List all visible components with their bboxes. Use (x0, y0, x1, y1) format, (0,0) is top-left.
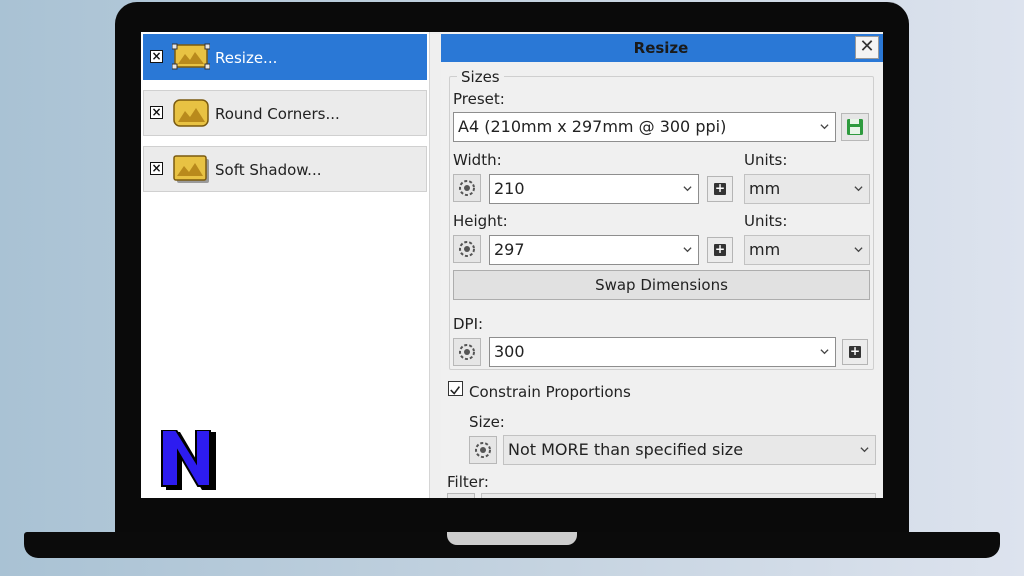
action-item-soft-shadow[interactable]: × Soft Shadow... (143, 146, 427, 192)
height-input[interactable]: 297 (489, 235, 699, 265)
save-preset-button[interactable] (841, 113, 869, 141)
filter-label: Filter: (447, 473, 489, 491)
resize-dialog: Resize ✕ Sizes Preset: A4 (210mm x 297mm… (441, 32, 883, 498)
dialog-title: Resize (633, 39, 689, 57)
preset-label: Preset: (453, 90, 505, 108)
dialog-titlebar: Resize ✕ (441, 34, 883, 62)
pane-splitter[interactable] (429, 32, 441, 498)
dial-icon (459, 241, 475, 257)
height-units-value: mm (749, 240, 781, 259)
width-units-label: Units: (744, 151, 788, 169)
width-add-button[interactable]: + (707, 176, 733, 202)
size-label: Size: (469, 413, 505, 431)
filter-reset-button[interactable] (447, 493, 475, 498)
checkmark-icon (450, 386, 461, 395)
enable-checkbox[interactable]: × (150, 50, 163, 63)
action-item-label: Soft Shadow... (215, 161, 322, 179)
width-value: 210 (494, 179, 525, 198)
height-label: Height: (453, 212, 508, 230)
swap-dimensions-button[interactable]: Swap Dimensions (453, 270, 870, 300)
dial-icon (475, 442, 491, 458)
resize-action-icon (172, 43, 210, 70)
dpi-value: 300 (494, 342, 525, 361)
dpi-add-button[interactable]: + (842, 339, 868, 365)
height-value: 297 (494, 240, 525, 259)
filter-select[interactable] (481, 493, 876, 498)
plus-icon: + (714, 181, 726, 195)
actions-list: × Resize... × Round Corners... × Soft Sh… (141, 32, 429, 498)
constrain-proportions-checkbox[interactable] (448, 381, 463, 396)
app-window: × Resize... × Round Corners... × Soft Sh… (141, 32, 883, 498)
preset-value: A4 (210mm x 297mm @ 300 ppi) (458, 117, 727, 136)
preset-select[interactable]: A4 (210mm x 297mm @ 300 ppi) (453, 112, 836, 142)
dial-icon (459, 180, 475, 196)
dpi-reset-button[interactable] (453, 338, 481, 366)
chevron-down-icon (854, 247, 863, 253)
action-item-resize[interactable]: × Resize... (143, 34, 427, 80)
action-item-label: Round Corners... (215, 105, 340, 123)
width-units-value: mm (749, 179, 781, 198)
soft-shadow-action-icon (173, 155, 209, 183)
action-item-label: Resize... (215, 49, 278, 67)
plus-icon: + (849, 344, 861, 358)
dpi-label: DPI: (453, 315, 484, 333)
enable-checkbox[interactable]: × (150, 106, 163, 119)
height-units-label: Units: (744, 212, 788, 230)
width-reset-button[interactable] (453, 174, 481, 202)
channel-logo (161, 430, 216, 490)
width-units-select[interactable]: mm (744, 174, 870, 204)
width-label: Width: (453, 151, 502, 169)
floppy-disk-icon (847, 119, 863, 135)
chevron-down-icon (860, 447, 869, 453)
round-corners-action-icon (173, 99, 209, 127)
enable-checkbox[interactable]: × (150, 162, 163, 175)
width-input[interactable]: 210 (489, 174, 699, 204)
close-icon[interactable]: ✕ (855, 36, 879, 59)
height-add-button[interactable]: + (707, 237, 733, 263)
chevron-down-icon (820, 124, 829, 130)
chevron-down-icon (683, 247, 692, 253)
dial-icon (459, 344, 475, 360)
chevron-down-icon (820, 349, 829, 355)
chevron-down-icon (854, 186, 863, 192)
size-mode-select[interactable]: Not MORE than specified size (503, 435, 876, 465)
plus-icon: + (714, 242, 726, 256)
sizes-group-label: Sizes (457, 68, 504, 86)
height-reset-button[interactable] (453, 235, 481, 263)
height-units-select[interactable]: mm (744, 235, 870, 265)
size-mode-value: Not MORE than specified size (508, 440, 744, 459)
size-reset-button[interactable] (469, 436, 497, 464)
chevron-down-icon (683, 186, 692, 192)
constrain-proportions-label: Constrain Proportions (469, 383, 631, 401)
dpi-input[interactable]: 300 (489, 337, 836, 367)
action-item-round-corners[interactable]: × Round Corners... (143, 90, 427, 136)
laptop-notch (447, 532, 577, 545)
